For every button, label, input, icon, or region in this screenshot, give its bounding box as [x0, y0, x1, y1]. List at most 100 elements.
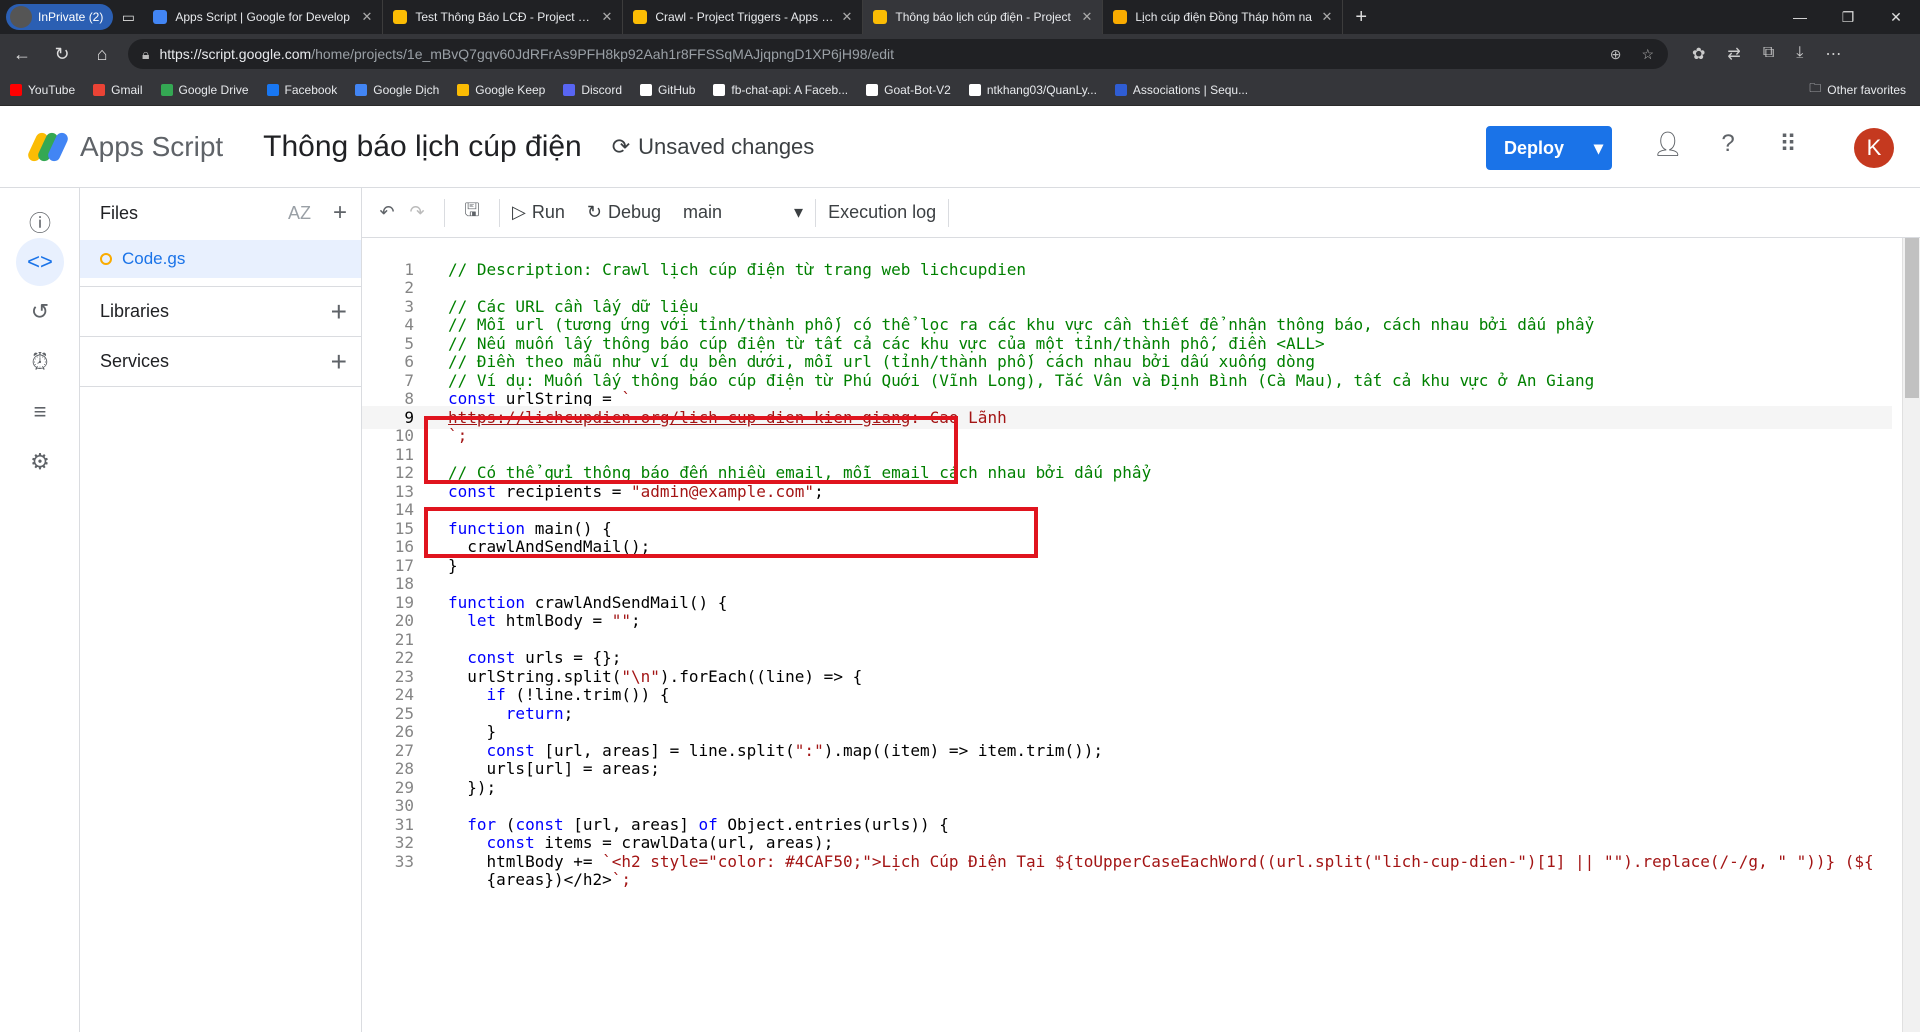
zoom-icon[interactable]: ⊕	[1610, 46, 1622, 63]
unsaved-dot-icon	[100, 253, 112, 265]
scrollbar-thumb[interactable]	[1905, 238, 1919, 398]
profile-avatar	[10, 6, 32, 28]
browser-tab[interactable]: Thông báo lịch cúp điện - Project ✕	[863, 0, 1104, 34]
favorite-star-icon[interactable]: ☆	[1641, 46, 1654, 63]
bookmark-item[interactable]: ntkhang03/QuanLy...	[968, 83, 1097, 97]
tab-title: Crawl - Project Triggers - Apps Sc	[655, 10, 834, 24]
close-tab-icon[interactable]: ✕	[841, 9, 852, 25]
editor-scrollbar[interactable]	[1902, 238, 1920, 1032]
refresh-icon[interactable]: ↻	[44, 38, 80, 70]
tab-favicon-icon	[633, 10, 648, 24]
back-icon[interactable]: ←	[4, 38, 40, 70]
home-icon[interactable]: ⌂	[84, 38, 120, 70]
triggers-alarm-icon[interactable]: ⏰︎	[20, 342, 60, 382]
account-avatar[interactable]: K	[1854, 128, 1894, 168]
highlight-box-urlstring	[424, 416, 958, 484]
tab-title: Test Thông Báo LCĐ - Project Edit	[415, 10, 594, 24]
project-title[interactable]: Thông báo lịch cúp điện	[263, 130, 582, 164]
tab-title: Lịch cúp điện Đồng Tháp hôm na	[1135, 10, 1312, 24]
address-bar[interactable]: 🔒︎ https://script.google.com/home/projec…	[128, 39, 1668, 69]
play-icon: ▷	[512, 202, 526, 222]
overview-info-icon[interactable]: ⓘ	[20, 202, 60, 242]
other-favorites[interactable]: 🗀 Other favorites	[1809, 79, 1906, 100]
code-editor[interactable]: 1// Description: Crawl lịch cúp điện từ …	[362, 238, 1920, 1032]
tab-title: Apps Script | Google for Develop	[175, 10, 350, 24]
folder-icon: 🗀	[1809, 81, 1822, 95]
services-section[interactable]: Services +	[80, 336, 361, 386]
settings-gear-icon[interactable]: ⚙	[20, 442, 60, 482]
save-icon[interactable]: 🖫︎	[457, 198, 487, 228]
close-tab-icon[interactable]: ✕	[601, 9, 612, 25]
bookmark-item[interactable]: Associations | Sequ...	[1114, 82, 1249, 97]
editor-code-icon[interactable]: <>	[16, 238, 64, 286]
add-service-icon[interactable]: +	[331, 346, 347, 378]
browser-tab[interactable]: Crawl - Project Triggers - Apps Sc ✕	[623, 0, 864, 34]
run-button[interactable]: ▷ Run	[512, 202, 565, 223]
history-icon[interactable]: ↺	[20, 292, 60, 332]
share-person-icon[interactable]: 👤︎	[1650, 126, 1686, 162]
code-text: {areas})</h2>`;	[448, 870, 632, 890]
tab-favicon-icon	[393, 10, 408, 24]
bookmark-label: Associations | Sequ...	[1132, 82, 1249, 97]
browser-tab[interactable]: Test Thông Báo LCĐ - Project Edit ✕	[383, 0, 624, 34]
bookmark-item[interactable]: Gmail	[93, 83, 143, 97]
bookmark-item[interactable]: YouTube	[10, 83, 75, 97]
bookmark-label: fb-chat-api: A Faceb...	[731, 82, 849, 97]
divider	[444, 198, 445, 227]
bookmark-favicon-icon	[160, 83, 173, 96]
function-select[interactable]: main ▾	[683, 202, 803, 223]
bookmark-item[interactable]: Google Dịch	[355, 83, 439, 97]
code-line[interactable]: {areas})</h2>`;	[362, 869, 1892, 892]
tab-actions-icon[interactable]: ▭	[113, 0, 143, 34]
add-file-icon[interactable]: +	[333, 199, 347, 227]
redo-icon[interactable]: ↷	[402, 202, 432, 223]
extensions-puzzle-icon[interactable]: ⧉	[1763, 44, 1774, 64]
bookmark-label: Goat-Bot-V2	[884, 82, 951, 97]
bookmark-item[interactable]: Goat-Bot-V2	[866, 83, 951, 97]
deploy-button[interactable]: Deploy ▾	[1486, 126, 1612, 170]
new-tab-button[interactable]: +	[1343, 6, 1379, 29]
menu-icon[interactable]: ⋯	[1825, 44, 1841, 64]
browser-tab[interactable]: Lịch cúp điện Đồng Tháp hôm na ✕	[1103, 0, 1344, 34]
file-item-code-gs[interactable]: Code.gs	[80, 240, 361, 278]
close-tab-icon[interactable]: ✕	[1081, 9, 1092, 25]
minimize-icon[interactable]: —	[1776, 0, 1824, 34]
files-title: Files	[100, 202, 139, 223]
bookmark-item[interactable]: Discord	[563, 83, 622, 97]
close-tab-icon[interactable]: ✕	[1321, 9, 1332, 25]
dropdown-arrow-icon: ▾	[794, 202, 804, 222]
bookmark-item[interactable]: fb-chat-api: A Faceb...	[713, 83, 848, 97]
add-library-icon[interactable]: +	[331, 296, 347, 328]
executions-icon[interactable]: ≡	[20, 392, 60, 432]
divider	[948, 198, 950, 227]
libraries-section[interactable]: Libraries +	[80, 286, 361, 336]
close-tab-icon[interactable]: ✕	[361, 9, 372, 25]
bookmark-item[interactable]: Facebook	[266, 83, 337, 97]
help-icon[interactable]: ?	[1710, 126, 1746, 162]
inprivate-badge[interactable]: InPrivate (2)	[6, 4, 114, 30]
browser-tab[interactable]: Apps Script | Google for Develop ✕	[143, 0, 384, 34]
bookmark-item[interactable]: Google Drive	[160, 83, 249, 97]
save-status: ⟳ Unsaved changes	[611, 133, 815, 159]
bookmark-label: GitHub	[658, 82, 696, 97]
tab-favicon-icon	[153, 10, 168, 24]
bookmark-favicon-icon	[93, 83, 106, 96]
restore-icon[interactable]: ❐	[1824, 0, 1872, 34]
undo-icon[interactable]: ↶	[372, 202, 402, 223]
close-window-icon[interactable]: ✕	[1872, 0, 1920, 34]
translate-icon[interactable]: ⇄	[1727, 44, 1740, 64]
execution-log-button[interactable]: Execution log	[828, 202, 936, 223]
bookmark-item[interactable]: Google Keep	[457, 83, 545, 97]
divider	[499, 198, 500, 227]
apps-script-logo-icon[interactable]	[26, 130, 70, 164]
bookmark-favicon-icon	[355, 83, 368, 96]
extension-icon[interactable]: ✿	[1692, 44, 1705, 64]
apps-grid-icon[interactable]: ⠿	[1770, 126, 1806, 162]
window-controls: — ❐ ✕	[1776, 0, 1920, 34]
editor-toolbar: ↶ ↷ 🖫︎ ▷ Run ↻ Debug main ▾ Execution log	[362, 188, 1920, 238]
debug-icon: ↻	[586, 202, 602, 222]
debug-button[interactable]: ↻ Debug	[587, 202, 661, 223]
bookmark-item[interactable]: GitHub	[640, 83, 695, 97]
downloads-icon[interactable]: ⤓	[1796, 44, 1803, 64]
sort-az-icon[interactable]: AZ	[288, 203, 311, 224]
